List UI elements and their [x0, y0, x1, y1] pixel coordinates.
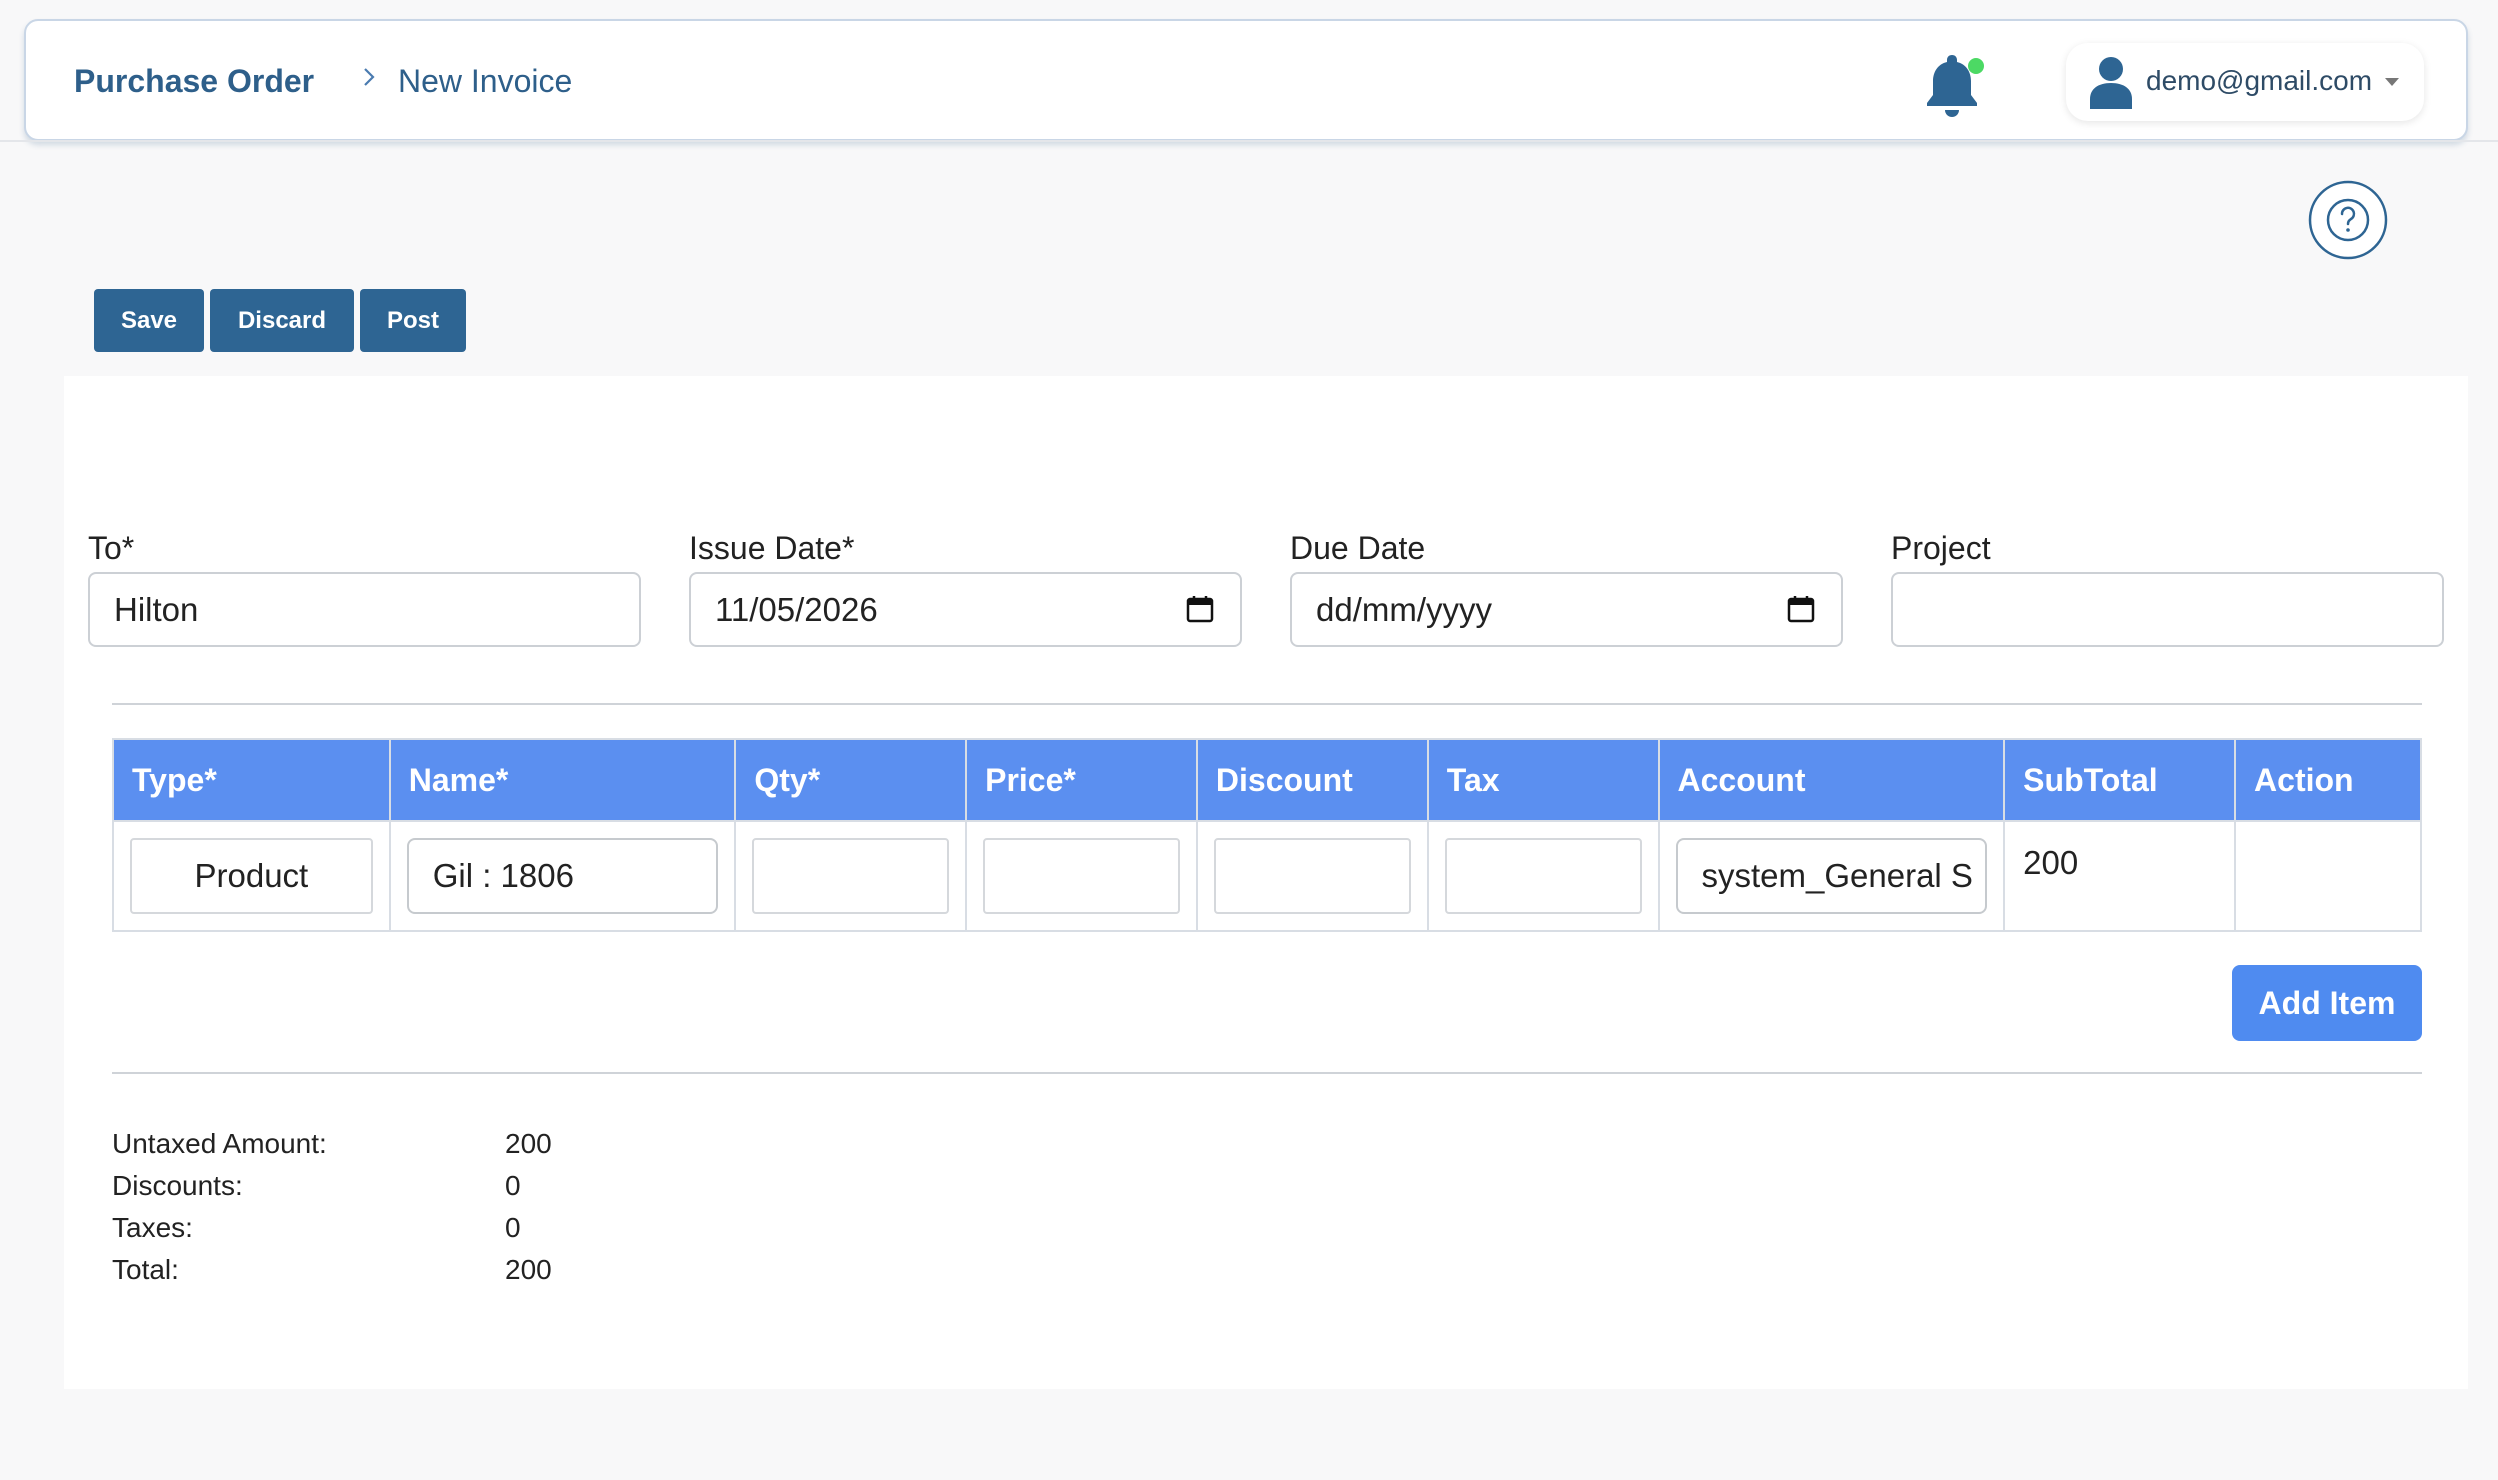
- subtotal-value: 200: [2023, 844, 2079, 881]
- to-label: To*: [88, 530, 135, 566]
- help-icon[interactable]: [2308, 180, 2388, 260]
- table-header-row: Type* Name* Qty* Price* Discount Tax Acc…: [112, 738, 2422, 822]
- price-input[interactable]: [983, 838, 1180, 914]
- column-header-action: Action: [2234, 738, 2422, 822]
- top-navbar: Purchase Order New Invoice demo@gmail.co…: [24, 19, 2468, 141]
- discounts-label: Discounts:: [112, 1170, 243, 1201]
- tax-input[interactable]: [1444, 838, 1642, 914]
- line-items-table: Type* Name* Qty* Price* Discount Tax Acc…: [112, 738, 2422, 932]
- taxes-label: Taxes:: [112, 1212, 193, 1243]
- breadcrumb-root[interactable]: Purchase Order: [74, 63, 314, 100]
- discounts-value: 0: [505, 1170, 521, 1201]
- issue-date-field[interactable]: 11/05/2026: [689, 572, 1242, 647]
- project-field[interactable]: [1891, 572, 2444, 647]
- tax-cell: [1426, 820, 1660, 932]
- header-divider: [0, 140, 2498, 142]
- totals-divider: [112, 1072, 2422, 1074]
- total-value: 200: [505, 1254, 552, 1285]
- type-select[interactable]: Product: [130, 838, 373, 914]
- price-cell: [965, 820, 1198, 932]
- chevron-right-icon: [364, 68, 375, 86]
- discard-button[interactable]: Discard: [210, 289, 354, 352]
- column-header-type: Type*: [112, 738, 391, 822]
- user-email: demo@gmail.com: [2146, 65, 2373, 96]
- subtotal-cell: 200: [2003, 820, 2237, 932]
- caret-down-icon: [2385, 78, 2399, 86]
- column-header-qty: Qty*: [734, 738, 968, 822]
- untaxed-amount-label: Untaxed Amount:: [112, 1128, 327, 1159]
- notification-dot: [1968, 58, 1984, 74]
- total-label: Total:: [112, 1254, 179, 1285]
- issue-date-label: Issue Date*: [689, 530, 855, 566]
- qty-input[interactable]: [752, 838, 950, 914]
- discount-cell: [1195, 820, 1429, 932]
- project-label: Project: [1891, 530, 1991, 566]
- section-divider: [112, 703, 2422, 705]
- column-header-subtotal: SubTotal: [2003, 738, 2237, 822]
- account-input[interactable]: system_General S: [1675, 838, 1988, 914]
- name-input[interactable]: Gil : 1806: [406, 838, 719, 914]
- table-row: Product Gil : 1806 system_General S 200: [112, 820, 2422, 932]
- column-header-tax: Tax: [1426, 738, 1660, 822]
- save-button[interactable]: Save: [94, 289, 204, 352]
- column-header-account: Account: [1657, 738, 2006, 822]
- account-cell: system_General S: [1657, 820, 2006, 932]
- issue-date-value: 11/05/2026: [715, 591, 878, 628]
- column-header-price: Price*: [965, 738, 1198, 822]
- taxes-value: 0: [505, 1212, 521, 1243]
- action-cell: [2234, 820, 2422, 932]
- due-date-label: Due Date: [1290, 530, 1426, 566]
- post-button[interactable]: Post: [360, 289, 466, 352]
- column-header-discount: Discount: [1195, 738, 1429, 822]
- discount-input[interactable]: [1213, 838, 1411, 914]
- to-field[interactable]: Hilton: [88, 572, 641, 647]
- calendar-icon[interactable]: [1786, 594, 1816, 624]
- column-header-name: Name*: [388, 738, 737, 822]
- type-cell: Product: [112, 820, 391, 932]
- calendar-icon[interactable]: [1185, 594, 1215, 624]
- add-item-button[interactable]: Add Item: [2232, 965, 2422, 1041]
- name-cell: Gil : 1806: [388, 820, 737, 932]
- due-date-placeholder: dd/mm/yyyy: [1316, 591, 1493, 628]
- bell-icon[interactable]: [1912, 45, 1992, 125]
- user-icon: [2090, 57, 2132, 109]
- untaxed-amount-value: 200: [505, 1128, 552, 1159]
- due-date-field[interactable]: dd/mm/yyyy: [1290, 572, 1843, 647]
- breadcrumb-current: New Invoice: [398, 63, 573, 99]
- user-menu[interactable]: demo@gmail.com: [2066, 43, 2424, 121]
- qty-cell: [734, 820, 968, 932]
